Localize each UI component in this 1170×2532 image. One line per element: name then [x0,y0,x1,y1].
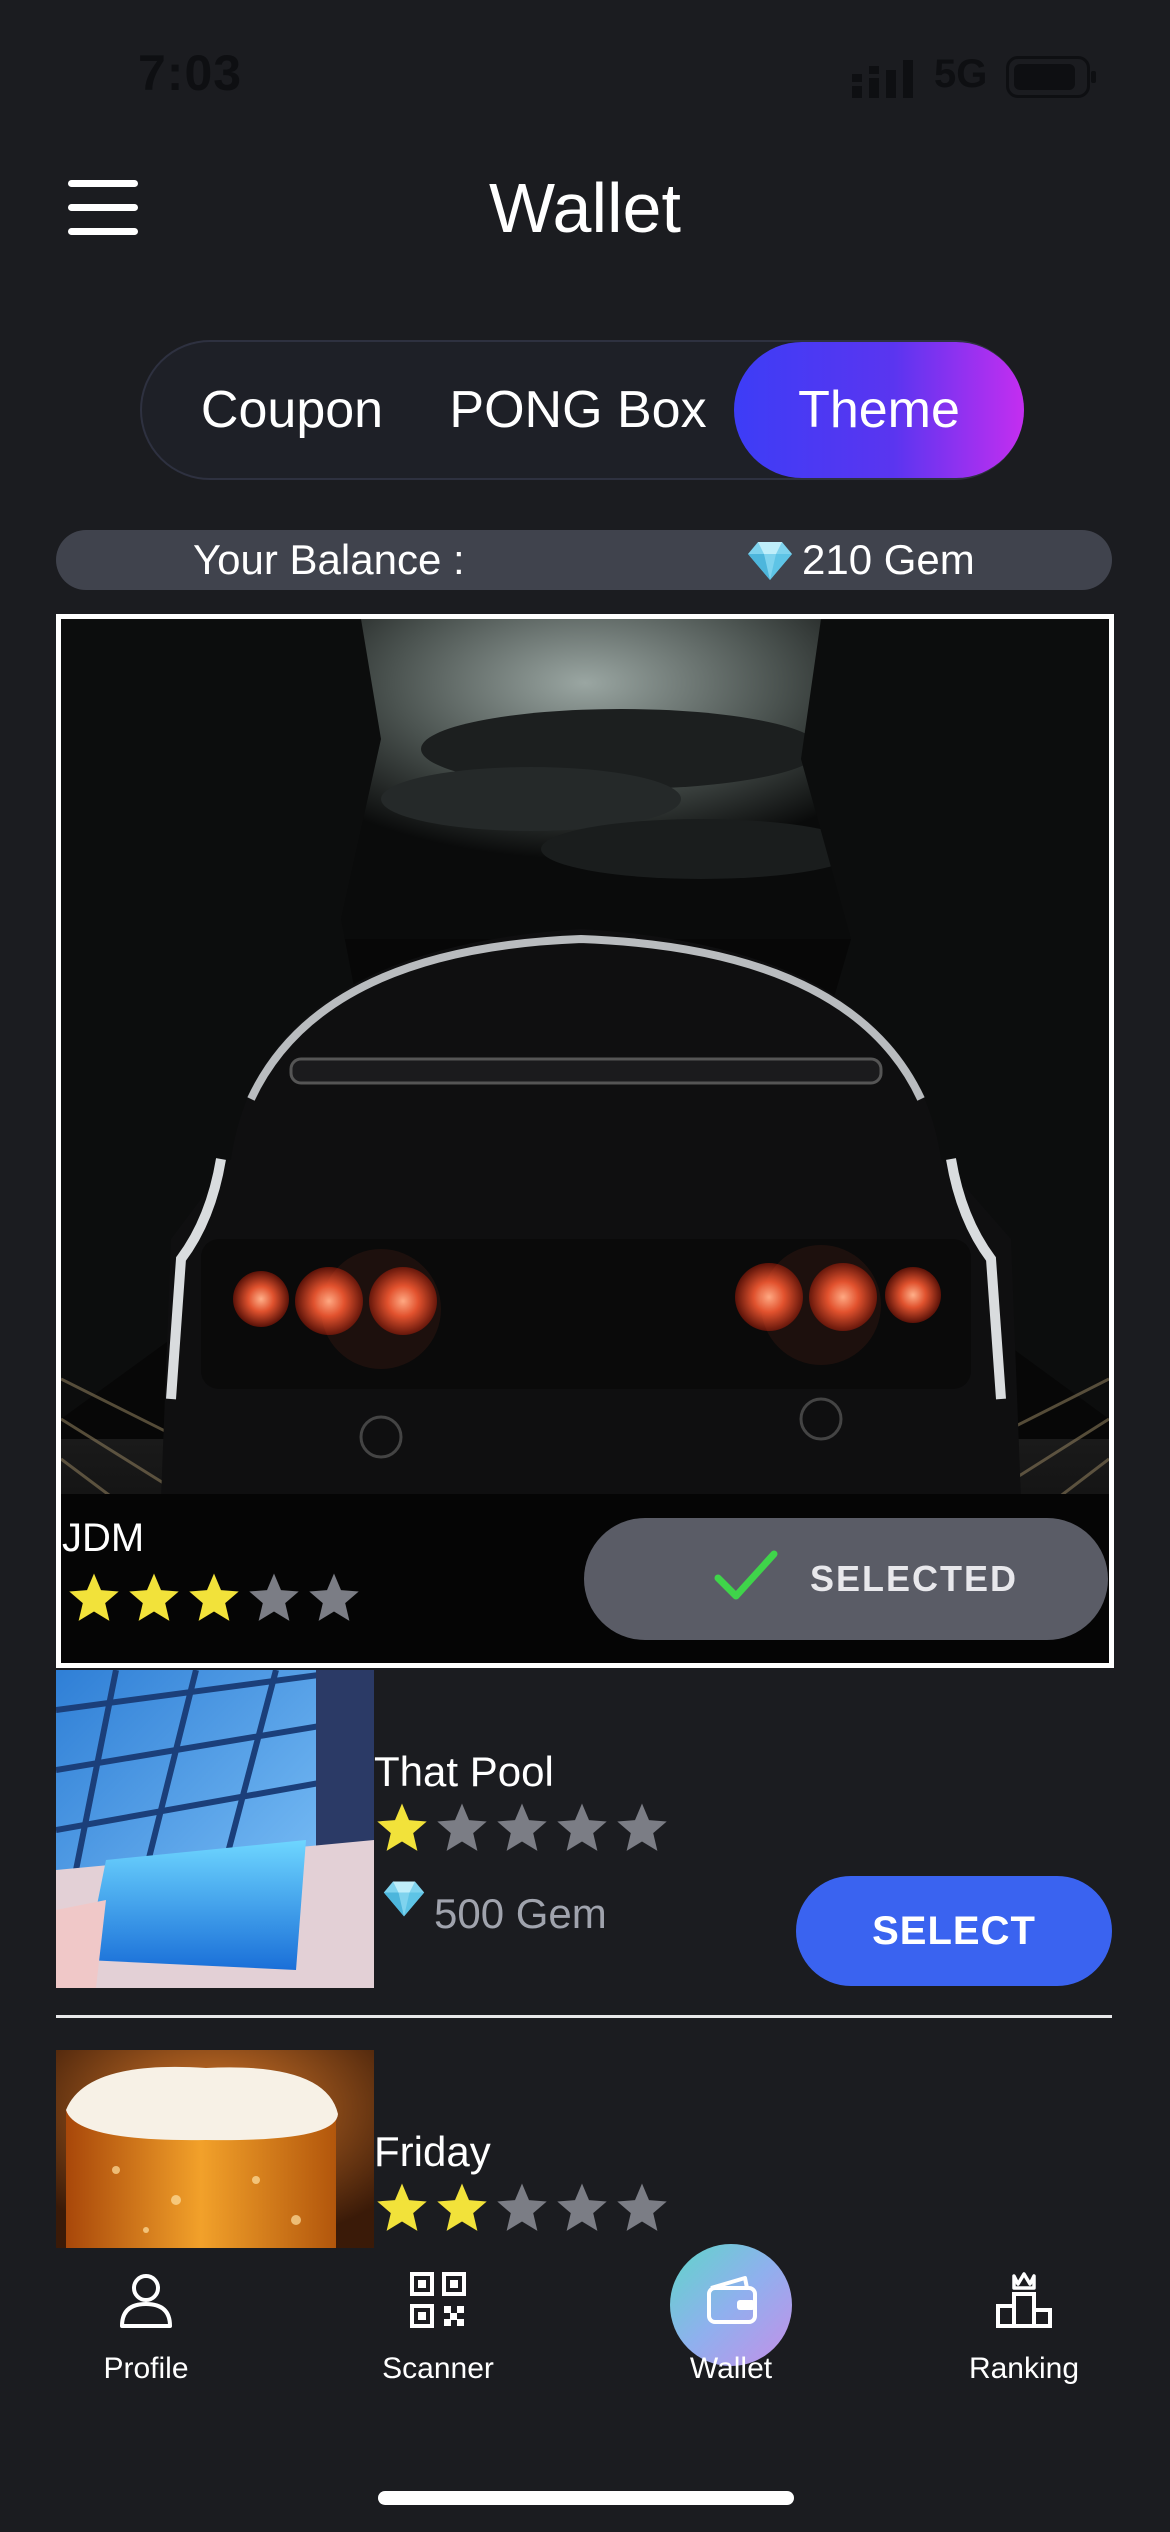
nav-label: Scanner [382,2352,494,2385]
theme-card-jdm[interactable] [56,614,1114,1668]
star-filled-icon [189,1573,239,1621]
nav-wallet[interactable]: Wallet [616,2270,846,2386]
tab-theme[interactable]: Theme [734,342,1024,478]
nav-scanner[interactable]: Scanner [323,2270,553,2386]
theme-name: That Pool [374,1748,554,1795]
theme-preview-jdm-image [61,619,1109,1663]
star-filled-icon [377,1803,427,1851]
rating-stars [374,2180,670,2236]
star-empty-icon [437,1803,487,1851]
star-empty-icon [557,2183,607,2231]
rating-stars [66,1570,362,1626]
gem-icon [383,1881,425,1917]
select-button[interactable]: SELECT [796,1876,1112,1986]
theme-price: 500 Gem [434,1890,607,1937]
star-filled-icon [129,1573,179,1621]
star-empty-icon [617,1803,667,1851]
theme-name: Friday [374,2128,491,2175]
theme-thumbnail-friday[interactable] [56,2050,374,2248]
balance-label: Your Balance : [193,536,465,583]
tab-coupon[interactable]: Coupon [172,342,412,478]
rating-stars [374,1800,670,1856]
star-empty-icon [557,1803,607,1851]
qr-code-icon [410,2272,466,2328]
star-empty-icon [497,2183,547,2231]
nav-label: Ranking [968,2352,1080,2385]
page-title: Wallet [489,169,681,247]
tab-pong-box[interactable]: PONG Box [438,342,718,478]
nav-ranking[interactable]: Ranking [909,2270,1139,2386]
star-empty-icon [309,1573,359,1621]
selected-label: SELECTED [810,1558,1019,1599]
star-empty-icon [497,1803,547,1851]
check-icon [714,1550,778,1600]
star-filled-icon [69,1573,119,1621]
gem-icon [748,542,792,580]
nav-label: Wallet [689,2352,773,2385]
star-filled-icon [377,2183,427,2231]
balance-value: 210 Gem [802,536,975,583]
star-filled-icon [437,2183,487,2231]
wallet-icon [707,2276,757,2324]
selected-button[interactable]: SELECTED [584,1518,1108,1640]
status-time: 7:03 [138,45,243,101]
network-label: 5G [934,52,988,96]
signal-icon [852,60,913,98]
tab-bar: Coupon PONG Box Theme [140,340,1024,480]
home-indicator [378,2491,794,2505]
nav-profile[interactable]: Profile [31,2270,261,2386]
nav-label: Profile [103,2352,189,2385]
pool-image [56,1670,374,1988]
beer-image [56,2050,374,2248]
divider [56,2015,1112,2018]
battery-icon [1006,56,1096,98]
theme-name: JDM [62,1516,145,1560]
person-icon [120,2274,172,2328]
podium-crown-icon [996,2272,1052,2328]
star-empty-icon [617,2183,667,2231]
star-empty-icon [249,1573,299,1621]
theme-thumbnail-that-pool[interactable] [56,1670,374,1988]
